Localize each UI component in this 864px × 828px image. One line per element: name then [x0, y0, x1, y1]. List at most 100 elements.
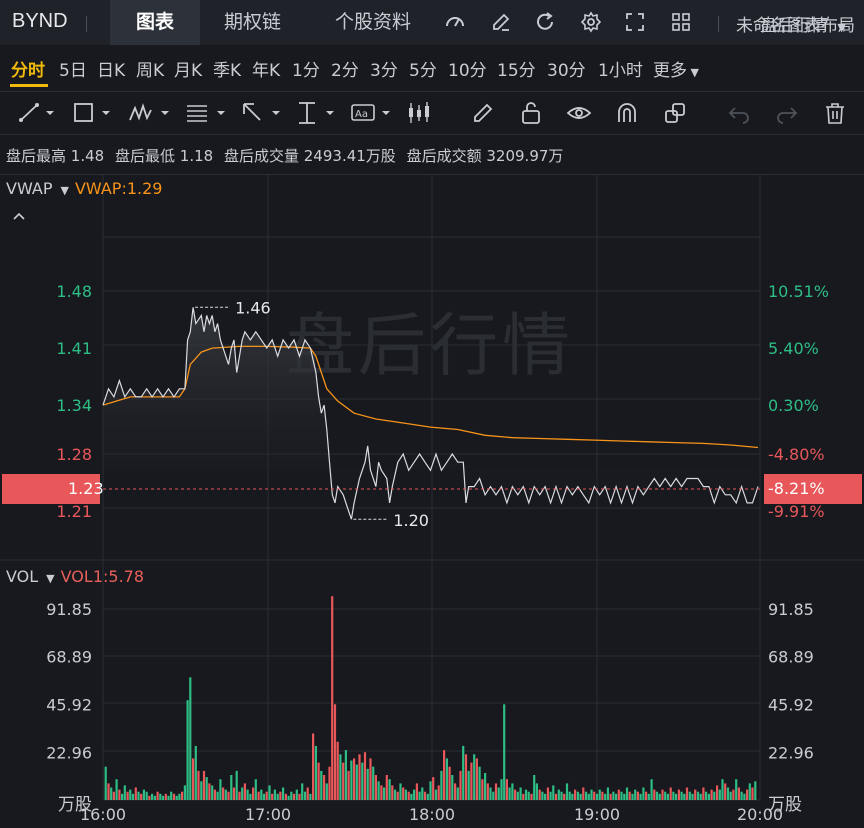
volume-bar	[669, 787, 672, 800]
volume-bar	[623, 793, 626, 800]
volume-tick-label: 22.96	[768, 743, 814, 762]
volume-bar	[219, 779, 222, 800]
volume-bar	[516, 791, 519, 800]
volume-bar	[530, 793, 533, 800]
volume-bar	[170, 791, 173, 800]
volume-bar	[563, 793, 566, 800]
volume-bar	[161, 795, 165, 800]
price-tick-label: 1.34	[56, 396, 92, 415]
volume-bar	[705, 791, 708, 800]
current-price: 1.23	[68, 479, 104, 498]
volume-bar	[303, 791, 307, 800]
volume-bar	[481, 779, 484, 800]
volume-bar	[241, 787, 244, 800]
volume-bar	[421, 787, 424, 800]
indicator-name: VOL	[6, 567, 39, 586]
volume-bar	[331, 596, 334, 800]
volume-bar	[696, 791, 700, 800]
volume-bar	[721, 779, 724, 800]
volume-bar	[639, 793, 642, 800]
vol-indicator-header[interactable]: VOL ▼ VOL1:5.78	[6, 567, 144, 586]
volume-bar	[393, 789, 397, 800]
volume-bar	[200, 781, 203, 800]
caret-down-icon[interactable]: ▼	[46, 572, 54, 585]
volume-bar	[216, 791, 219, 800]
volume-bar	[232, 787, 236, 800]
vwap-indicator-header[interactable]: VWAP ▼ VWAP:1.29	[6, 179, 162, 198]
collapse-icon[interactable]	[12, 211, 26, 221]
volume-bar	[159, 793, 162, 800]
volume-bar	[432, 777, 435, 800]
volume-bar	[473, 754, 476, 800]
volume-bar	[475, 758, 478, 800]
volume-bar	[429, 781, 432, 800]
volume-bar	[440, 770, 443, 800]
volume-bar	[194, 745, 197, 800]
volume-bar	[355, 764, 358, 800]
volume-bar	[142, 789, 145, 800]
volume-bar	[380, 785, 383, 800]
volume-bar	[645, 791, 648, 800]
volume-bar	[595, 793, 599, 800]
volume-bar	[410, 793, 413, 800]
volume-bar	[672, 791, 675, 800]
volume-bar	[560, 791, 563, 800]
volume-bar	[323, 775, 326, 800]
volume-bar	[661, 789, 664, 800]
volume-bar	[484, 773, 487, 800]
volume-bar	[546, 787, 549, 800]
volume-bar	[552, 785, 555, 800]
volume-bar	[754, 781, 757, 800]
volume-bar	[675, 793, 678, 800]
volume-bar	[175, 795, 178, 800]
chart-canvas[interactable]: 1.48 1.41 1.34 1.28 1.21 10.51% 5.40% 0.30% -4.8…	[0, 0, 864, 828]
volume-bar	[186, 700, 189, 800]
volume-bar	[197, 770, 200, 800]
volume-bar	[388, 779, 391, 800]
volume-bar	[628, 791, 631, 800]
volume-bar	[284, 793, 287, 800]
volume-tick-label: 68.89	[768, 648, 814, 667]
volume-bar	[115, 779, 118, 800]
volume-bar	[443, 750, 446, 800]
volume-bar	[350, 760, 353, 800]
volume-bar	[615, 793, 618, 800]
volume-bar	[598, 789, 601, 800]
high-marker-label: 1.46	[235, 298, 271, 317]
volume-bar	[658, 793, 661, 800]
volume-bar	[118, 789, 121, 800]
volume-bar	[333, 704, 337, 800]
volume-bar	[434, 789, 438, 800]
current-pct: -8.21%	[768, 479, 825, 498]
volume-bar	[385, 775, 388, 800]
volume-bar	[737, 787, 740, 800]
volume-bar	[140, 793, 143, 800]
vol-value: VOL1:5.78	[60, 567, 145, 586]
volume-bar	[156, 791, 159, 800]
volume-bar	[282, 787, 285, 800]
volume-bar	[426, 793, 429, 800]
low-marker-label: 1.20	[393, 511, 429, 530]
volume-bar	[527, 791, 530, 800]
volume-bar	[205, 777, 208, 800]
indicator-name: VWAP	[6, 179, 53, 198]
volume-bar	[396, 791, 399, 800]
volume-bar	[328, 766, 331, 800]
caret-down-icon[interactable]: ▼	[60, 184, 68, 197]
volume-bar	[533, 775, 536, 800]
volume-bar	[743, 793, 746, 800]
volume-bar	[494, 783, 498, 800]
volume-bar	[666, 793, 669, 800]
volume-bar	[445, 758, 448, 800]
volume-bar	[470, 762, 473, 800]
volume-bar	[363, 752, 367, 800]
volume-bar	[295, 789, 298, 800]
volume-bar	[342, 762, 345, 800]
volume-bar	[317, 762, 320, 800]
volume-bar	[391, 785, 394, 800]
volume-bar	[456, 787, 459, 800]
volume-bar	[213, 789, 216, 800]
volume-bar	[287, 795, 290, 800]
volume-bar	[726, 787, 730, 800]
volume-bar	[189, 677, 192, 800]
